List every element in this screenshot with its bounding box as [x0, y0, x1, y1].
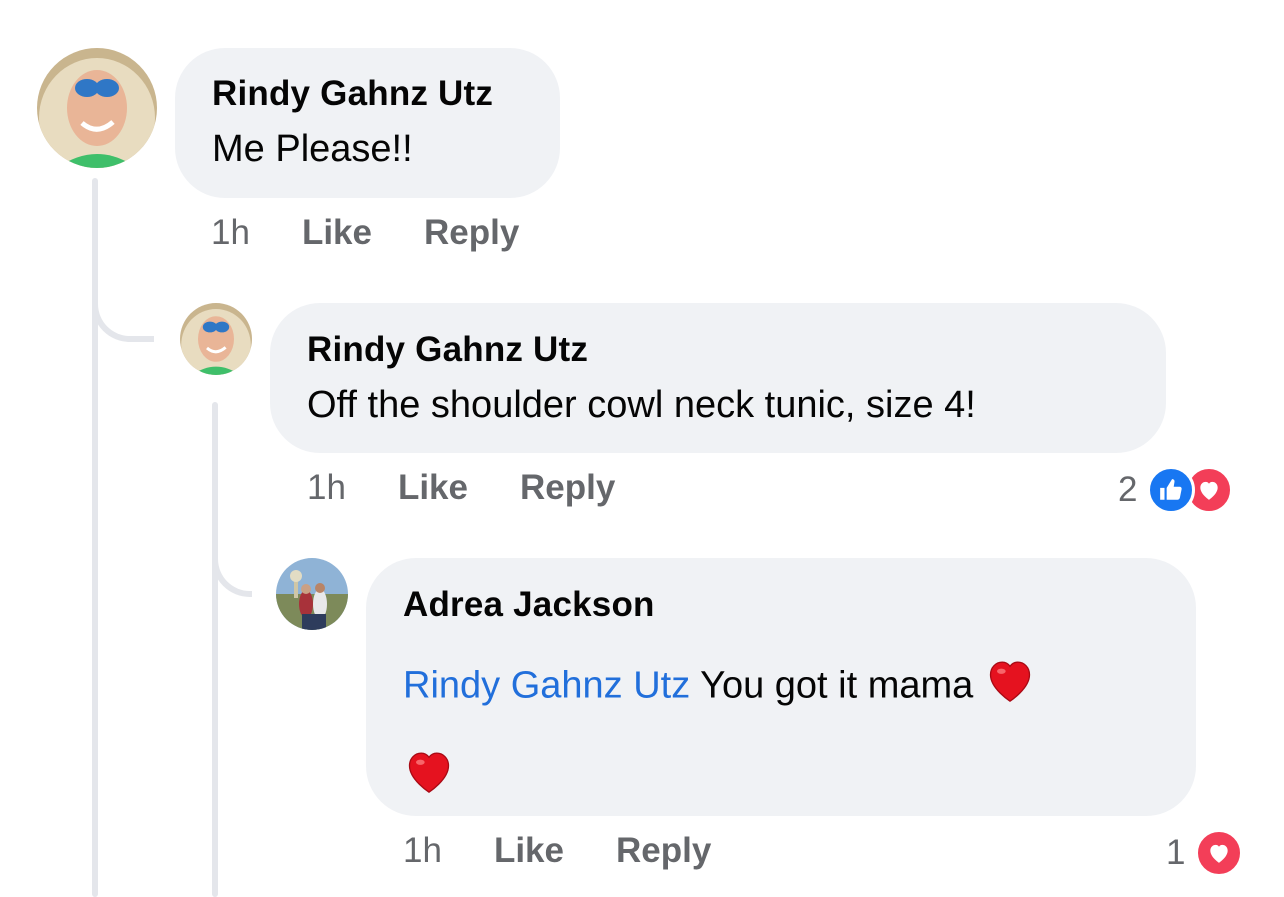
- comment-text: Me Please!!: [212, 128, 413, 170]
- like-icon: [1147, 466, 1196, 514]
- comment-text-body: You got it mama: [690, 664, 984, 707]
- comment-bubble: Rindy Gahnz Utz Off the shoulder cowl ne…: [270, 303, 1166, 453]
- reaction-count: 2: [1118, 470, 1138, 509]
- comment-author[interactable]: Rindy Gahnz Utz: [212, 74, 560, 114]
- comment-actions: 1h Like Reply: [211, 213, 571, 253]
- reply-button[interactable]: Reply: [424, 213, 519, 253]
- comment-bubble: Adrea Jackson Rindy Gahnz Utz You got it…: [366, 558, 1196, 816]
- mention-link[interactable]: Rindy Gahnz Utz: [403, 665, 690, 707]
- like-button[interactable]: Like: [302, 213, 372, 253]
- comment-author[interactable]: Adrea Jackson: [403, 585, 1196, 625]
- comment-text-line-2: [403, 746, 1196, 803]
- reaction-summary[interactable]: 1: [1166, 829, 1244, 877]
- love-icon: [1195, 829, 1244, 877]
- thread-curve-reply-2: [212, 515, 252, 597]
- comment-timestamp[interactable]: 1h: [307, 468, 346, 508]
- reply-button[interactable]: Reply: [520, 468, 615, 508]
- avatar[interactable]: [37, 48, 157, 168]
- avatar[interactable]: [276, 558, 348, 630]
- avatar[interactable]: [180, 303, 252, 375]
- reaction-summary[interactable]: 2: [1118, 466, 1234, 514]
- comment-text: Rindy Gahnz Utz You got it mama: [403, 655, 1196, 720]
- comment-author[interactable]: Rindy Gahnz Utz: [307, 330, 1166, 370]
- thread-curve-reply-1: [92, 260, 154, 342]
- comment-text: Off the shoulder cowl neck tunic, size 4…: [307, 384, 976, 426]
- comment-actions: 1h Like Reply: [403, 831, 763, 871]
- reply-button[interactable]: Reply: [616, 831, 711, 871]
- comment-timestamp[interactable]: 1h: [211, 213, 250, 253]
- red-heart-emoji: [403, 746, 455, 803]
- comment-actions: 1h Like Reply: [307, 468, 667, 508]
- thread-line-nested: [212, 402, 218, 897]
- red-heart-emoji: [984, 655, 1036, 720]
- like-button[interactable]: Like: [398, 468, 468, 508]
- comment-bubble: Rindy Gahnz Utz Me Please!!: [175, 48, 560, 198]
- comment-timestamp[interactable]: 1h: [403, 831, 442, 871]
- reaction-count: 1: [1166, 833, 1186, 872]
- like-button[interactable]: Like: [494, 831, 564, 871]
